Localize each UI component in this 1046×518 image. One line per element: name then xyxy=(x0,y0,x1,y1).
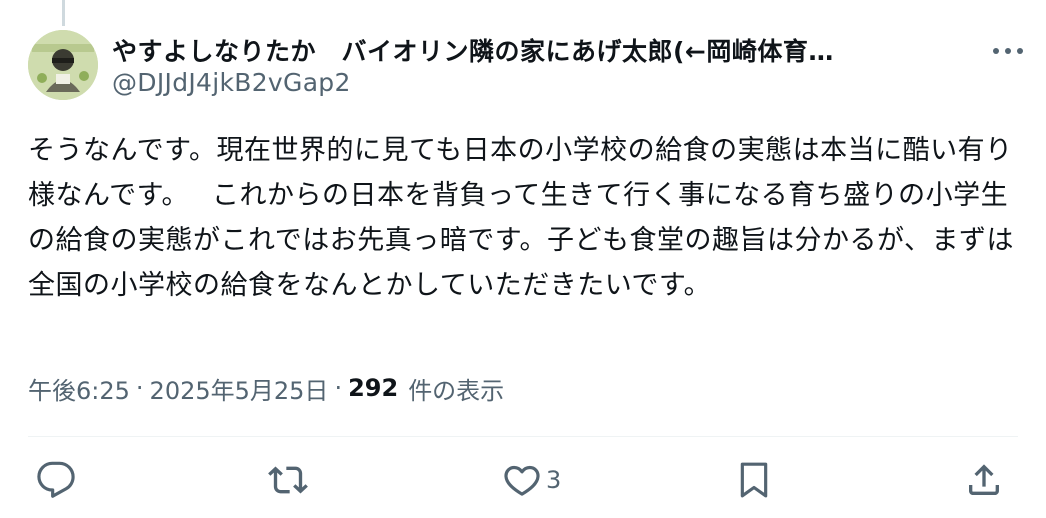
tweet-text: そうなんです。現在世界的に見ても日本の小学校の給食の実態は本当に酷い有り様なんで… xyxy=(28,135,1014,301)
avatar[interactable] xyxy=(28,30,98,100)
more-horizontal-icon xyxy=(993,48,1023,54)
action-bar: 3 xyxy=(0,452,1046,508)
views-label[interactable]: 件の表示 xyxy=(408,371,504,406)
meta-separator-2: · xyxy=(334,374,343,402)
more-options-button[interactable] xyxy=(988,34,1028,68)
tweet-time[interactable]: 午後6:25 xyxy=(28,371,130,406)
retweet-button[interactable] xyxy=(268,452,312,508)
tweet-meta: 午後6:25 · 2025年5月25日 · 292 件の表示 xyxy=(28,368,504,408)
divider xyxy=(28,436,1018,437)
share-button[interactable] xyxy=(964,452,1004,508)
like-button[interactable]: 3 xyxy=(502,452,561,508)
share-icon xyxy=(969,464,999,495)
author-handle[interactable]: @DJJdJ4jkB2vGap2 xyxy=(112,68,351,97)
bookmark-button[interactable] xyxy=(734,452,778,508)
reply-button[interactable] xyxy=(36,452,80,508)
retweet-icon xyxy=(268,466,308,494)
tweet-date[interactable]: 2025年5月25日 xyxy=(150,371,329,406)
author-display-name[interactable]: やすよしなりたか バイオリン隣の家にあげ太郎(←岡崎体育… xyxy=(112,32,834,68)
bookmark-icon xyxy=(740,462,768,498)
avatar-image xyxy=(28,30,98,100)
heart-icon xyxy=(504,465,540,496)
reply-icon xyxy=(37,461,75,498)
meta-separator: · xyxy=(135,374,144,402)
author-name-row: やすよしなりたか バイオリン隣の家にあげ太郎(←岡崎体育… xyxy=(112,30,1006,70)
views-count[interactable]: 292 xyxy=(348,374,398,402)
like-count: 3 xyxy=(546,466,562,494)
thread-connector-line xyxy=(62,0,65,26)
